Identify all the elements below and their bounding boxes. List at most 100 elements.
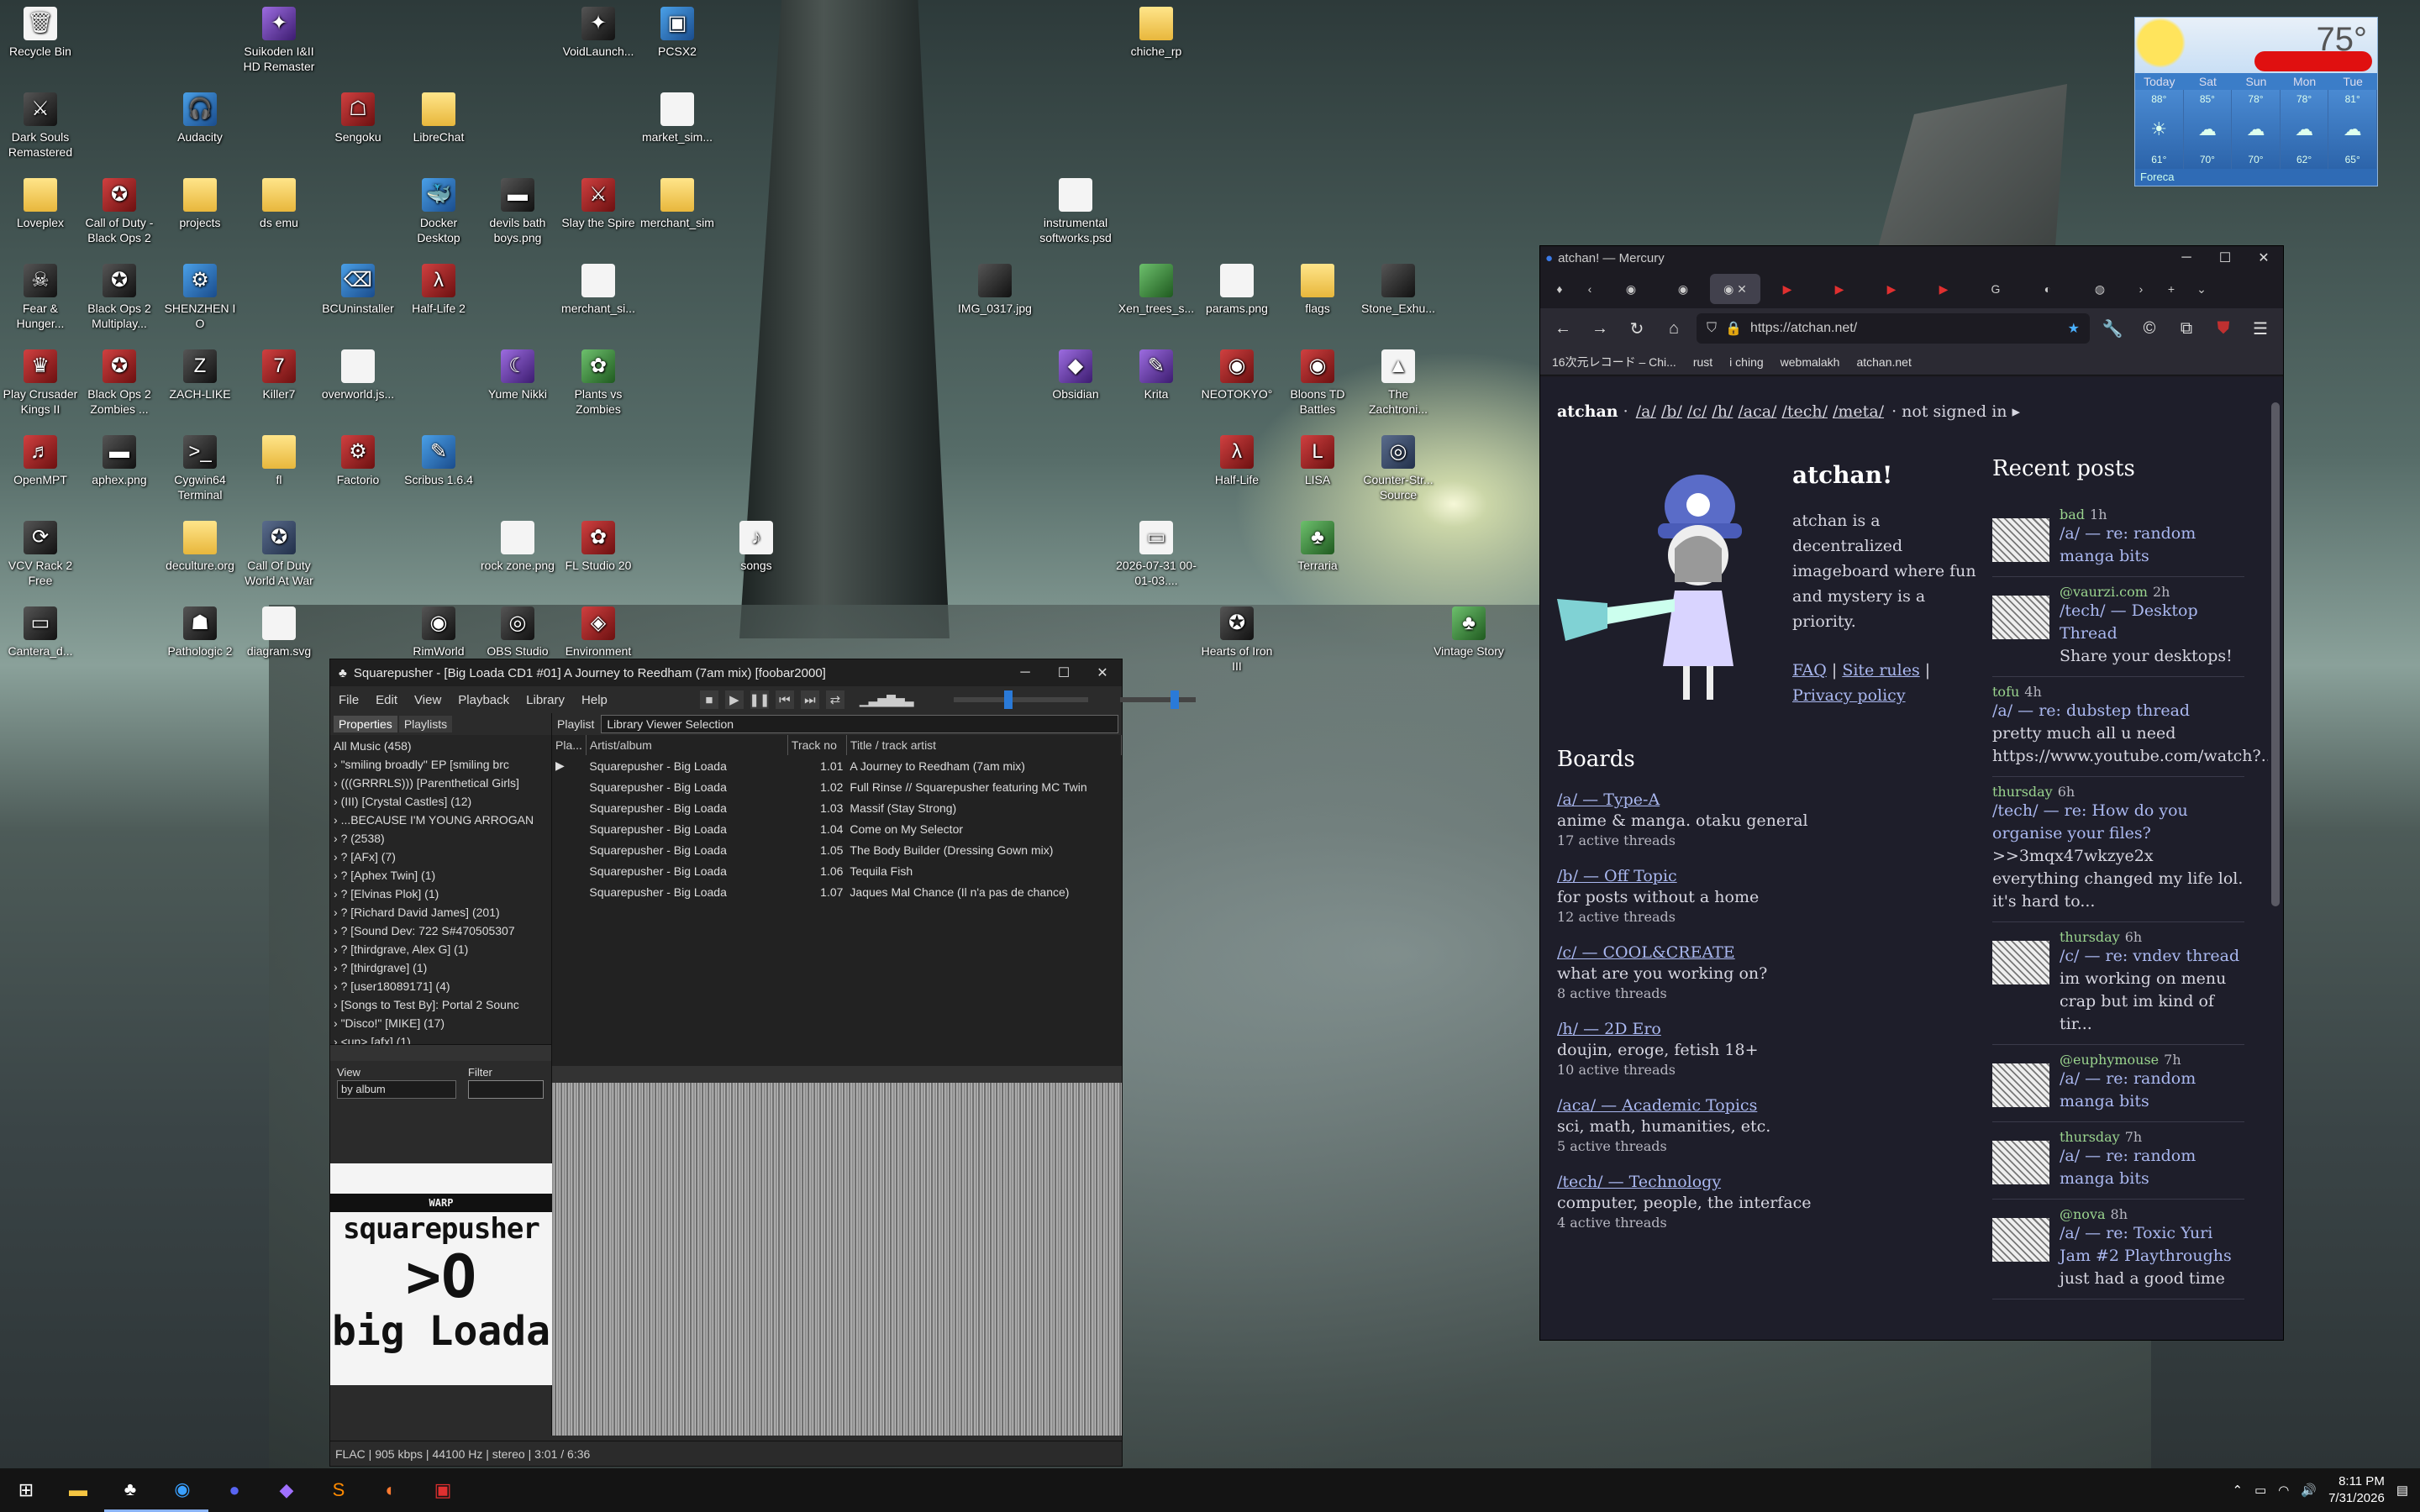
post-thumbnail[interactable] — [1992, 1063, 2049, 1107]
filter-input[interactable] — [468, 1080, 544, 1099]
account-icon[interactable]: © — [2135, 319, 2164, 339]
library-tree-item[interactable]: › "Disco!" [MIKE] (17) — [334, 1014, 548, 1032]
start-icon[interactable]: ⊞ — [0, 1468, 52, 1512]
recent-post[interactable]: @euphymouse 7h/a/ — re: random manga bits — [1992, 1045, 2244, 1122]
desktop-icon[interactable]: instrumental softworks.psd — [1035, 178, 1116, 245]
lock-icon[interactable]: 🔒 — [1725, 320, 1742, 337]
desktop-icon[interactable]: deculture.org — [160, 521, 240, 573]
desktop-icon[interactable]: fl — [239, 435, 319, 487]
app-icon[interactable]: ▣ — [417, 1468, 469, 1512]
bookmark-item[interactable]: atchan.net — [1856, 355, 1911, 369]
desktop-icon[interactable]: 🎧 Audacity — [160, 92, 240, 144]
desktop-icon[interactable]: ⚔ Dark Souls Remastered — [0, 92, 81, 160]
previous-icon[interactable]: ⏮ — [775, 690, 794, 709]
firefox-icon[interactable]: ◐ — [365, 1468, 417, 1512]
menu-playback[interactable]: Playback — [450, 693, 518, 707]
wifi-icon[interactable]: ◠ — [2278, 1483, 2289, 1498]
random-icon[interactable]: ⇄ — [825, 690, 844, 709]
library-tree-item[interactable]: › ? [Sound Dev: 722 S#470505307 — [334, 921, 548, 940]
post-title-link[interactable]: /c/ — re: vndev thread — [2060, 945, 2244, 968]
forward-icon[interactable]: → — [1586, 319, 1614, 339]
obsidian-icon[interactable]: ◆ — [260, 1468, 313, 1512]
desktop-icon[interactable]: ▭ Cantera_d... — [0, 606, 81, 659]
faq-link[interactable]: FAQ — [1792, 661, 1827, 680]
desktop-icon[interactable]: ♪ songs — [716, 521, 797, 573]
board-nav-link[interactable]: /tech/ — [1781, 402, 1828, 421]
desktop-icon[interactable]: ☾ Yume Nikki — [477, 349, 558, 402]
post-title-link[interactable]: /tech/ — Desktop Thread — [2060, 600, 2244, 645]
post-thumbnail[interactable] — [1992, 1141, 2049, 1184]
desktop-icon[interactable]: ◉ RimWorld — [398, 606, 479, 659]
desktop-icon[interactable]: 7 Killer7 — [239, 349, 319, 402]
back-icon[interactable]: ← — [1549, 319, 1577, 339]
library-tree-item[interactable]: › ? (2538) — [334, 829, 548, 848]
desktop-icon[interactable]: L LISA — [1277, 435, 1358, 487]
library-tree-item[interactable]: › ...BECAUSE I'M YOUNG ARROGAN — [334, 811, 548, 829]
desktop-icon[interactable]: ✿ FL Studio 20 — [558, 521, 639, 573]
library-tree-item[interactable]: › [Songs to Test By]: Portal 2 Sounc — [334, 995, 548, 1014]
chevron-right-icon[interactable]: › — [334, 942, 341, 956]
network-icon[interactable]: ▭ — [2254, 1483, 2266, 1498]
desktop-icon[interactable]: λ Half-Life 2 — [398, 264, 479, 316]
tab-steam[interactable]: ◐ — [2023, 274, 2073, 304]
post-title-link[interactable]: /tech/ — re: How do you organise your fi… — [1992, 800, 2244, 845]
desktop-icon[interactable]: 🗑 Recycle Bin — [0, 7, 81, 59]
tab-playlists[interactable]: Playlists — [398, 716, 453, 732]
chevron-right-icon[interactable]: › — [334, 906, 341, 919]
library-tree-item[interactable]: › ? [Aphex Twin] (1) — [334, 866, 548, 885]
maximize-button[interactable]: ☐ — [1044, 659, 1083, 686]
desktop-icon[interactable]: IMG_0317.jpg — [955, 264, 1035, 316]
playlist-row[interactable]: Squarepusher - Big Loada 1.02 Full Rinse /… — [552, 776, 1122, 797]
site-name[interactable]: atchan — [1557, 402, 1618, 421]
desktop-icon[interactable]: λ Half-Life — [1197, 435, 1277, 487]
desktop-icon[interactable]: overworld.js... — [318, 349, 398, 402]
bookmark-star-icon[interactable]: ★ — [2068, 320, 2080, 337]
tools-icon[interactable]: 🔧 — [2098, 318, 2127, 339]
desktop-icon[interactable]: ✿ Plants vs Zombies — [558, 349, 639, 417]
post-title-link[interactable]: /a/ — re: random manga bits — [2060, 522, 2244, 568]
desktop-icon[interactable]: diagram.svg — [239, 606, 319, 659]
mercury-browser-icon[interactable]: ◉ — [156, 1468, 208, 1512]
desktop-icon[interactable]: ✦ Suikoden I&II HD Remaster — [239, 7, 319, 74]
site-rules-link[interactable]: Site rules — [1842, 661, 1919, 680]
desktop-icon[interactable]: ♛ Play Crusader Kings II — [0, 349, 81, 417]
volume-handle[interactable] — [1171, 690, 1180, 709]
library-tree-item[interactable]: › ? [thirdgrave] (1) — [334, 958, 548, 977]
foobar-titlebar[interactable]: ♣ Squarepusher - [Big Loada CD1 #01] A J… — [330, 659, 1122, 686]
desktop-icon[interactable]: ▲ The Zachtroni... — [1358, 349, 1439, 417]
desktop-icon[interactable]: params.png — [1197, 264, 1277, 316]
library-tree-item[interactable]: All Music (458) — [334, 737, 548, 755]
notifications-icon[interactable]: ▤ — [2396, 1483, 2408, 1498]
tab-atchan-active[interactable]: ◉ ✕ — [1710, 274, 1760, 304]
desktop-icon[interactable]: ♬ OpenMPT — [0, 435, 81, 487]
board-nav-link[interactable]: /b/ — [1661, 402, 1682, 421]
post-thumbnail[interactable] — [1992, 518, 2049, 562]
desktop-icon[interactable]: ◎ OBS Studio — [477, 606, 558, 659]
desktop-icon[interactable]: ▣ PCSX2 — [637, 7, 718, 59]
desktop-icon[interactable]: Z ZACH-LIKE — [160, 349, 240, 402]
post-title-link[interactable]: /a/ — re: random manga bits — [2060, 1145, 2244, 1190]
desktop-icon[interactable]: ◆ Obsidian — [1035, 349, 1116, 402]
page-scrollbar[interactable] — [2268, 377, 2283, 1340]
tab-atchan-1[interactable]: ◉ — [1606, 274, 1656, 304]
reload-icon[interactable]: ↻ — [1623, 318, 1651, 339]
desktop-icon[interactable]: chiche_rp — [1116, 7, 1197, 59]
library-tree-item[interactable]: › (((GRRRLS))) [Parenthetical Girls] — [334, 774, 548, 792]
post-thumbnail[interactable] — [1992, 596, 2049, 639]
library-tree-item[interactable]: › ? [thirdgrave, Alex G] (1) — [334, 940, 548, 958]
desktop-icon[interactable]: ◉ Bloons TD Battles — [1277, 349, 1358, 417]
desktop-icon[interactable]: ⟳ VCV Rack 2 Free — [0, 521, 81, 588]
library-tree-item[interactable]: › <un> [afx] (1) — [334, 1032, 548, 1044]
url-text[interactable]: https://atchan.net/ — [1750, 321, 2060, 336]
browser-titlebar[interactable]: ● atchan! — Mercury ─ ☐ ✕ — [1540, 246, 2283, 270]
desktop-icon[interactable]: projects — [160, 178, 240, 230]
tab-youtube-1[interactable]: ▶ — [1762, 274, 1812, 304]
menu-file[interactable]: File — [330, 693, 367, 707]
new-tab-button[interactable]: + — [2157, 274, 2186, 304]
playlist-select[interactable]: Library Viewer Selection — [601, 715, 1118, 733]
desktop-icon[interactable]: ds emu — [239, 178, 319, 230]
desktop-icon[interactable]: ✪ Call of Duty - Black Ops 2 — [79, 178, 160, 245]
board-nav-link[interactable]: /a/ — [1636, 402, 1656, 421]
library-tree-item[interactable]: › ? [user18089171] (4) — [334, 977, 548, 995]
tab-scroll-right[interactable]: › — [2127, 274, 2155, 304]
